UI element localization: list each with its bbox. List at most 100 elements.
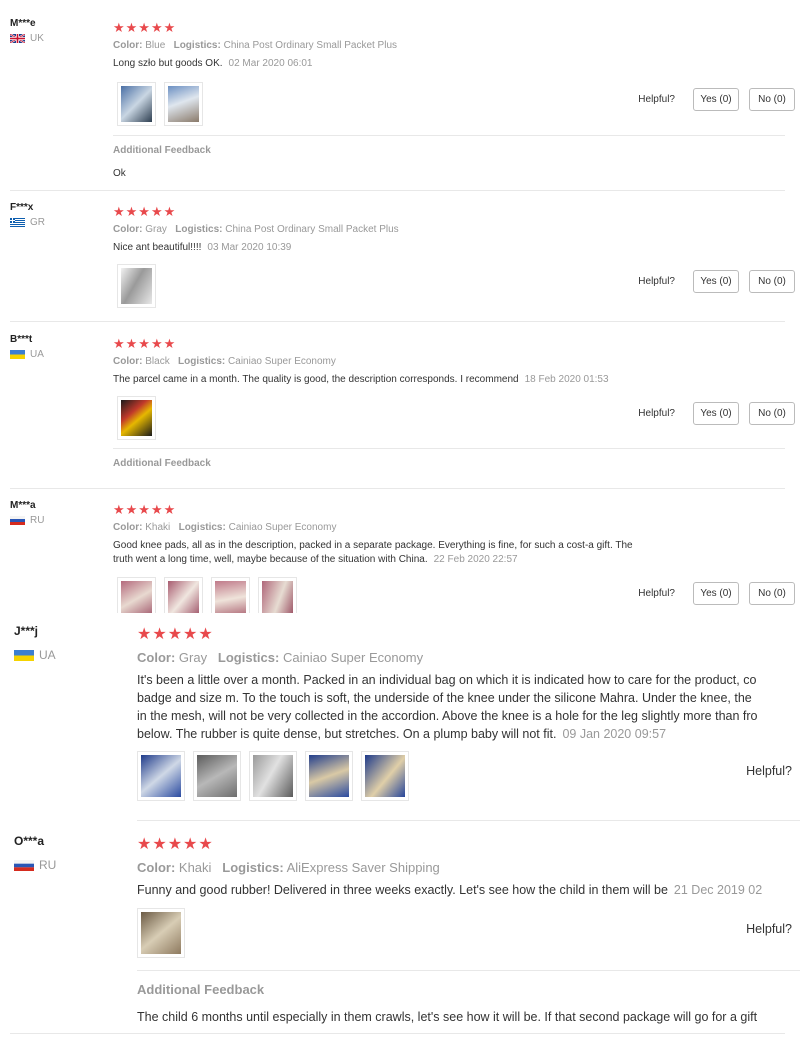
- review-photo[interactable]: [305, 751, 353, 801]
- reviewer-name: J***j: [14, 624, 39, 638]
- review-text: Nice ant beautiful!!!! 03 Mar 2020 10:39: [113, 241, 703, 255]
- review-content: ★★★★★ Color: Khaki Logistics: Cainiao Su…: [113, 502, 785, 567]
- review-photos: [117, 577, 297, 613]
- star-rating: ★★★★★: [137, 626, 214, 643]
- logistics-label: Logistics:: [178, 356, 226, 367]
- additional-feedback-title: Additional Feedback: [113, 458, 211, 469]
- russia-flag-icon: [14, 859, 34, 871]
- review-body-line: truth went a long time, well, maybe beca…: [113, 554, 428, 565]
- helpful-vote: Helpful? Yes (0) No (0): [638, 88, 795, 111]
- review-photo[interactable]: [164, 577, 203, 613]
- color-label: Color:: [113, 224, 143, 235]
- greece-flag-icon: [10, 218, 25, 227]
- helpful-yes-button[interactable]: Yes (0): [693, 582, 739, 605]
- color-label: Color:: [113, 522, 143, 533]
- color-label: Color:: [113, 356, 143, 367]
- review-photo[interactable]: [164, 82, 203, 126]
- country-code: GR: [30, 217, 45, 228]
- review-photo[interactable]: [117, 577, 156, 613]
- color-value: Black: [145, 356, 170, 367]
- reviewer-info: M***a RU: [10, 500, 100, 526]
- review-body-line: Good knee pads, all as in the descriptio…: [113, 540, 633, 551]
- logistics-label: Logistics:: [217, 650, 280, 665]
- star-rating: ★★★★★: [113, 204, 177, 219]
- color-value: Khaki: [145, 522, 171, 533]
- review-photo[interactable]: [193, 751, 241, 801]
- logistics-label: Logistics:: [222, 860, 284, 875]
- review-photo[interactable]: [137, 908, 185, 958]
- review-separator: [10, 1033, 785, 1034]
- review-photos: [117, 264, 156, 308]
- review-photo[interactable]: [117, 82, 156, 126]
- helpful-yes-button[interactable]: Yes (0): [693, 88, 739, 111]
- review-photo[interactable]: [361, 751, 409, 801]
- review-content: ★★★★★ Color: Gray Logistics: China Post …: [113, 204, 785, 255]
- order-attributes: Color: Khaki Logistics: Cainiao Super Ec…: [113, 522, 785, 533]
- order-attributes: Color: Blue Logistics: China Post Ordina…: [113, 40, 785, 51]
- review-photo[interactable]: [249, 751, 297, 801]
- helpful-label: Helpful?: [638, 408, 675, 419]
- additional-feedback-text: Ok: [113, 168, 126, 179]
- star-rating: ★★★★★: [113, 336, 177, 351]
- review-photos: [117, 82, 203, 126]
- review-date: 09 Jan 2020 09:57: [562, 727, 667, 741]
- review-text: Long szło but goods OK. 02 Mar 2020 06:01: [113, 57, 703, 71]
- review-body: The parcel came in a month. The quality …: [113, 374, 519, 385]
- color-value: Gray: [145, 224, 167, 235]
- reviewer-country: UA: [14, 648, 104, 662]
- helpful-vote: Helpful? Yes (0) No (0): [638, 270, 795, 293]
- helpful-no-button[interactable]: No (0): [749, 582, 795, 605]
- helpful-yes-button[interactable]: Yes (0): [693, 402, 739, 425]
- review-body: Funny and good rubber! Delivered in thre…: [137, 883, 668, 897]
- reviewer-info: F***x GR: [10, 202, 100, 228]
- helpful-no-button[interactable]: No (0): [749, 88, 795, 111]
- review-separator: [10, 488, 785, 489]
- logistics-value: AliExpress Saver Shipping: [286, 860, 440, 875]
- reviewer-country: RU: [14, 858, 104, 872]
- helpful-no-button[interactable]: No (0): [749, 270, 795, 293]
- review-date: 21 Dec 2019 02: [673, 883, 763, 897]
- helpful-no-button[interactable]: No (0): [749, 402, 795, 425]
- review-separator: [137, 820, 800, 821]
- review-text: The parcel came in a month. The quality …: [113, 373, 703, 387]
- review-photo[interactable]: [258, 577, 297, 613]
- helpful-label: Helpful?: [638, 276, 675, 287]
- review-photos: [137, 908, 185, 958]
- divider: [137, 970, 800, 971]
- helpful-vote: Helpful? Yes (0) No (0): [638, 402, 795, 425]
- helpful-yes-button[interactable]: Yes (0): [693, 270, 739, 293]
- review-separator: [10, 321, 785, 322]
- review-content: ★★★★★ Color: Gray Logistics: Cainiao Sup…: [137, 624, 800, 743]
- country-code: RU: [30, 515, 45, 526]
- review-photo[interactable]: [137, 751, 185, 801]
- reviewer-name: M***e: [10, 18, 36, 29]
- order-attributes: Color: Gray Logistics: China Post Ordina…: [113, 224, 785, 235]
- review-date: 22 Feb 2020 22:57: [433, 554, 518, 565]
- review-content: ★★★★★ Color: Blue Logistics: China Post …: [113, 20, 785, 71]
- order-attributes: Color: Khaki Logistics: AliExpress Saver…: [137, 860, 800, 875]
- reviewer-info: O***a RU: [14, 834, 104, 872]
- star-rating: ★★★★★: [113, 20, 177, 35]
- review-photo[interactable]: [117, 396, 156, 440]
- divider: [113, 448, 785, 449]
- helpful-label: Helpful?: [638, 588, 675, 599]
- color-label: Color:: [137, 860, 176, 875]
- russia-flag-icon: [10, 516, 25, 525]
- reviewer-info: B***t UA: [10, 334, 100, 360]
- logistics-label: Logistics:: [178, 522, 226, 533]
- review-text: Funny and good rubber! Delivered in thre…: [137, 881, 800, 899]
- reviewer-info: M***e UK: [9, 18, 100, 44]
- reviewer-country: RU: [10, 515, 100, 526]
- color-value: Khaki: [178, 860, 212, 875]
- ukraine-flag-icon: [14, 649, 34, 661]
- review-photo[interactable]: [211, 577, 250, 613]
- divider: [113, 135, 785, 136]
- review-separator: [10, 190, 785, 191]
- additional-feedback-title: Additional Feedback: [137, 982, 265, 997]
- review-content: ★★★★★ Color: Black Logistics: Cainiao Su…: [113, 336, 785, 387]
- review-photo[interactable]: [117, 264, 156, 308]
- additional-feedback-text: The child 6 months until especially in t…: [137, 1010, 758, 1024]
- logistics-value: Cainiao Super Economy: [228, 522, 337, 533]
- color-label: Color:: [137, 650, 176, 665]
- logistics-value: Cainiao Super Economy: [282, 650, 424, 665]
